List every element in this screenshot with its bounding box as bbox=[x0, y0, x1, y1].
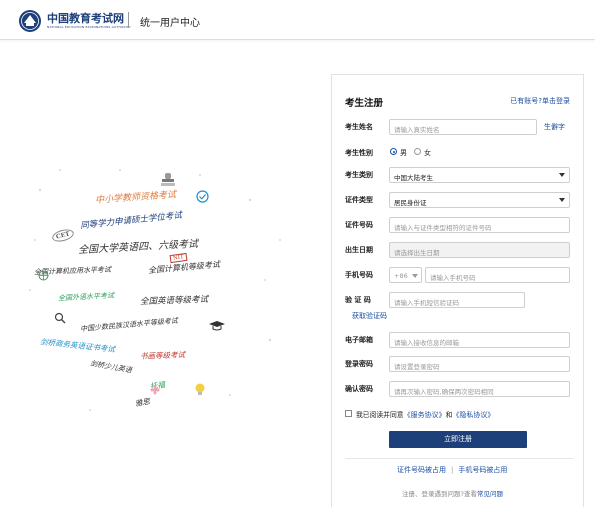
brand-name[interactable]: 中国教育考试网 bbox=[47, 10, 124, 26]
id-type-row: 证件类型 居民身份证 bbox=[345, 192, 573, 208]
birth-date-input[interactable]: 请选择出生日期 bbox=[389, 242, 570, 258]
stamp-icon bbox=[161, 173, 175, 186]
occupied-links: 证件号码被占用 | 手机号码被占用 bbox=[397, 465, 507, 475]
code-label: 验 证 码 bbox=[345, 296, 371, 304]
globe-icon bbox=[38, 270, 49, 281]
page-title: 统一用户中心 bbox=[140, 18, 200, 29]
category-label: 考生类别 bbox=[345, 171, 373, 179]
agree-text: 我已阅读并同意《服务协议》和《隐私协议》 bbox=[356, 409, 494, 420]
id-number-label: 证件号码 bbox=[345, 221, 373, 229]
top-header: 中国教育考试网 NATIONAL EDUCATION EXAMINATIONS … bbox=[0, 0, 595, 40]
category-row: 考生类别 中国大陆考生 bbox=[345, 167, 573, 183]
sms-code-input[interactable]: 请输入手机短信验证码 bbox=[389, 292, 525, 308]
gender-label: 考生性别 bbox=[345, 149, 373, 157]
email-input[interactable]: 请输入接收信息的邮箱 bbox=[389, 332, 570, 348]
chevron-down-icon bbox=[559, 173, 565, 177]
code-row: 验 证 码 请输入手机短信验证码 bbox=[345, 292, 573, 308]
phone-prefix-value: +86 bbox=[394, 272, 408, 280]
gender-male-radio[interactable] bbox=[390, 148, 397, 155]
badge-icon bbox=[196, 190, 209, 203]
header-divider bbox=[128, 12, 129, 28]
phone-prefix-select[interactable]: +86 bbox=[389, 267, 422, 283]
brand-subtitle: NATIONAL EDUCATION EXAMINATIONS AUTHORIT… bbox=[47, 25, 131, 29]
exam-word-cloud: 中小学教师资格考试 同等学力申请硕士学位考试 全国大学英语四、六级考试 全国计算… bbox=[0, 40, 330, 507]
email-row: 电子邮箱 请输入接收信息的邮箱 bbox=[345, 332, 573, 348]
divider bbox=[345, 458, 573, 459]
password-input[interactable]: 请设置登录密码 bbox=[389, 356, 570, 372]
register-panel: 考生注册 已有账号?单击登录 考生姓名 请输入真实姓名 生僻字 考生性别 男 女… bbox=[331, 74, 584, 507]
name-input[interactable]: 请输入真实姓名 bbox=[389, 119, 537, 135]
confirm-label: 确认密码 bbox=[345, 385, 373, 393]
birth-row: 出生日期 请选择出生日期 bbox=[345, 242, 573, 258]
register-button[interactable]: 立即注册 bbox=[389, 431, 527, 448]
category-value: 中国大陆考生 bbox=[394, 174, 433, 182]
help-text: 注册、登录遇到问题?查看常见问题 bbox=[402, 488, 503, 498]
get-code-button[interactable]: 获取验证码 bbox=[352, 311, 387, 321]
id-number-row: 证件号码 请输入与证件类型相符的证件号码 bbox=[345, 217, 573, 233]
phone-row: 手机号码 +86 请输入手机号码 bbox=[345, 267, 573, 283]
phone-input[interactable]: 请输入手机号码 bbox=[425, 267, 570, 283]
id-occupied-link[interactable]: 证件号码被占用 bbox=[397, 466, 446, 474]
neea-logo-icon[interactable] bbox=[18, 9, 42, 33]
confirm-row: 确认密码 请再次输入密码,确保两次密码相同 bbox=[345, 381, 573, 397]
privacy-agreement-link[interactable]: 《隐私协议》 bbox=[452, 411, 494, 419]
service-agreement-link[interactable]: 《服务协议》 bbox=[404, 411, 446, 419]
name-label: 考生姓名 bbox=[345, 123, 373, 131]
chevron-down-icon bbox=[559, 198, 565, 202]
lightbulb-icon bbox=[195, 383, 205, 395]
chevron-down-icon bbox=[412, 274, 418, 278]
gender-female-label: 女 bbox=[424, 149, 431, 157]
faq-link[interactable]: 常见问题 bbox=[477, 490, 503, 498]
confirm-password-input[interactable]: 请再次输入密码,确保两次密码相同 bbox=[389, 381, 570, 397]
birth-label: 出生日期 bbox=[345, 246, 373, 254]
password-row: 登录密码 请设置登录密码 bbox=[345, 356, 573, 372]
agree-checkbox[interactable] bbox=[345, 410, 352, 417]
category-select[interactable]: 中国大陆考生 bbox=[389, 167, 570, 183]
help-prefix: 注册、登录遇到问题?查看 bbox=[402, 490, 477, 498]
link-separator: | bbox=[451, 466, 454, 474]
word-calligraphy-exam: 书画等级考试 bbox=[139, 350, 186, 361]
agree-prefix: 我已阅读并同意 bbox=[356, 411, 404, 419]
id-type-label: 证件类型 bbox=[345, 196, 373, 204]
word-pets-exam: 全国英语等级考试 bbox=[139, 294, 209, 308]
gender-male-label: 男 bbox=[400, 149, 407, 157]
rare-character-link[interactable]: 生僻字 bbox=[544, 122, 565, 132]
name-row: 考生姓名 请输入真实姓名 生僻字 bbox=[345, 119, 573, 135]
id-number-input[interactable]: 请输入与证件类型相符的证件号码 bbox=[389, 217, 570, 233]
register-title: 考生注册 bbox=[345, 98, 384, 109]
id-type-select[interactable]: 居民身份证 bbox=[389, 192, 570, 208]
password-label: 登录密码 bbox=[345, 360, 373, 368]
email-label: 电子邮箱 bbox=[345, 336, 373, 344]
id-type-value: 居民身份证 bbox=[394, 199, 427, 207]
gender-row: 考生性别 男 女 bbox=[345, 145, 573, 161]
login-link[interactable]: 已有账号?单击登录 bbox=[510, 96, 570, 106]
graduation-cap-icon bbox=[209, 321, 225, 331]
phone-occupied-link[interactable]: 手机号码被占用 bbox=[458, 466, 507, 474]
magnifier-icon bbox=[54, 312, 66, 324]
gender-female-radio[interactable] bbox=[414, 148, 421, 155]
phone-label: 手机号码 bbox=[345, 271, 373, 279]
flower-icon bbox=[150, 385, 160, 395]
